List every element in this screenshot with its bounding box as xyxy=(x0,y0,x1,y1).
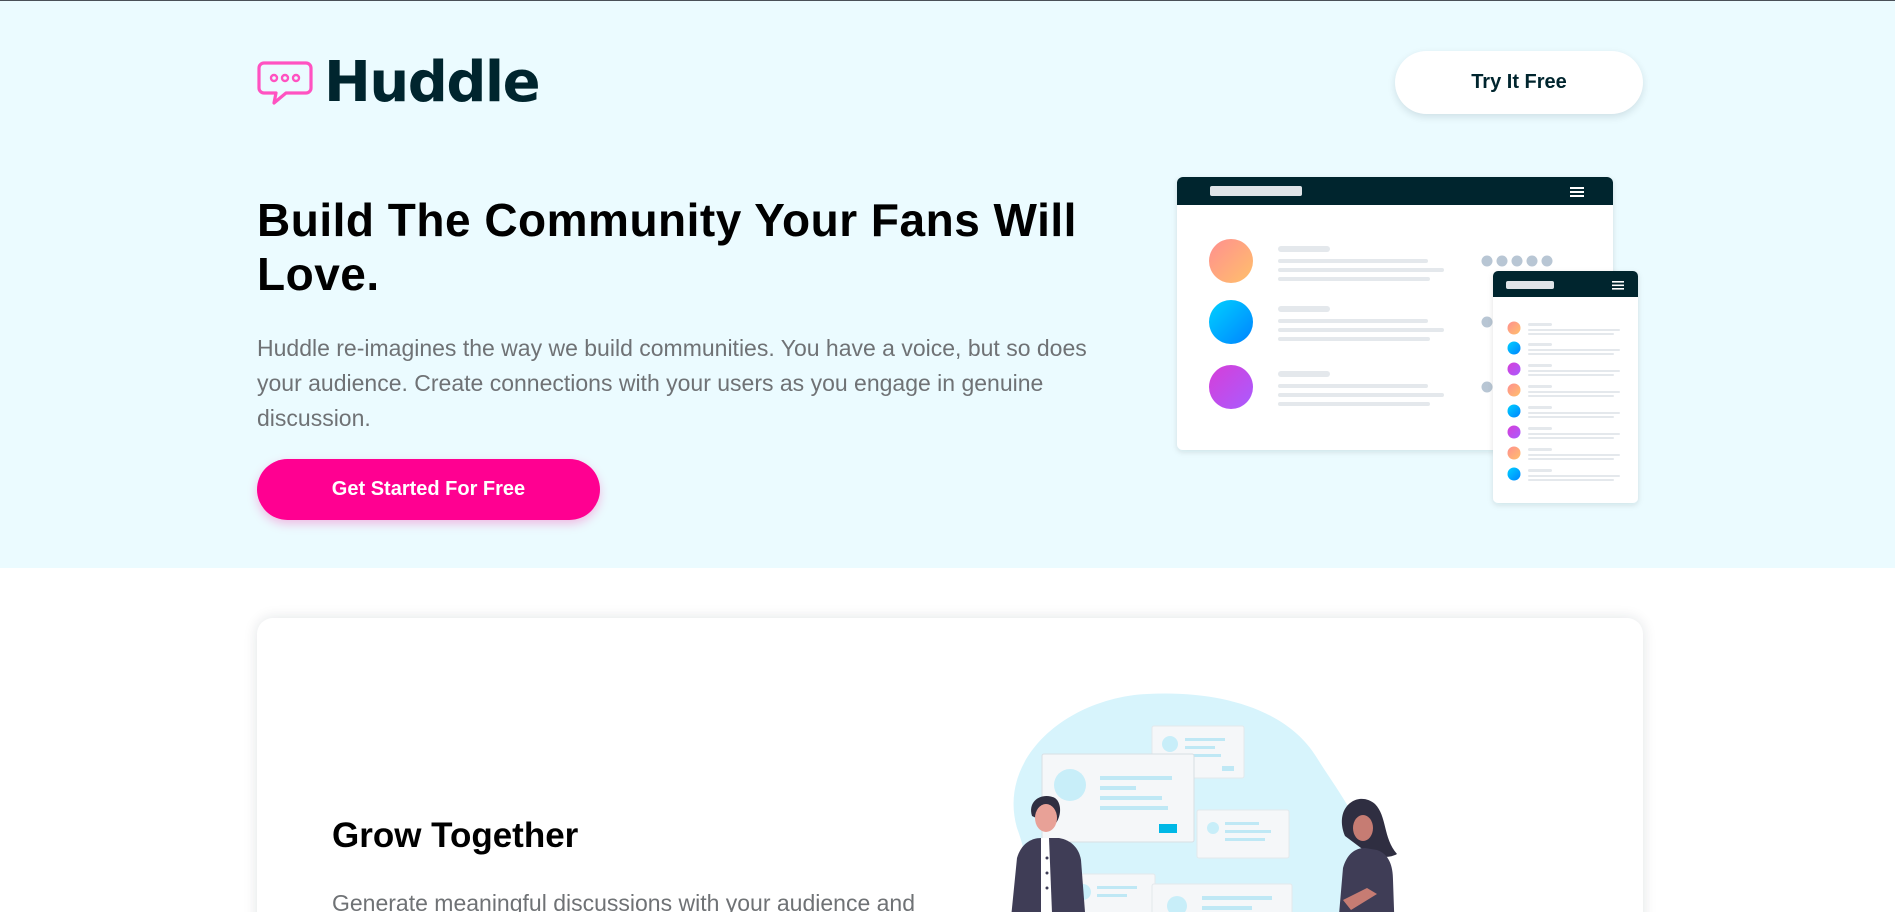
feature-description: Generate meaningful discussions with you… xyxy=(332,890,916,912)
hero-title: Build The Community Your Fans Will Love. xyxy=(257,194,1077,300)
hero-section: Huddle Try It Free Build The Community Y… xyxy=(0,1,1895,568)
feature-card-grow-together: Grow Together Generate meaningful discus… xyxy=(257,618,1643,912)
hero-mockup-illustration xyxy=(1170,171,1650,516)
get-started-button[interactable]: Get Started For Free xyxy=(257,459,600,520)
brand-name: Huddle xyxy=(324,50,541,115)
speech-bubble-icon xyxy=(256,59,314,107)
feature-title: Grow Together xyxy=(332,816,579,855)
try-it-free-button[interactable]: Try It Free xyxy=(1395,51,1643,114)
hero-description: Huddle re-imagines the way we build comm… xyxy=(257,335,1087,431)
logo[interactable]: Huddle xyxy=(256,50,541,115)
grow-together-illustration xyxy=(957,688,1457,912)
